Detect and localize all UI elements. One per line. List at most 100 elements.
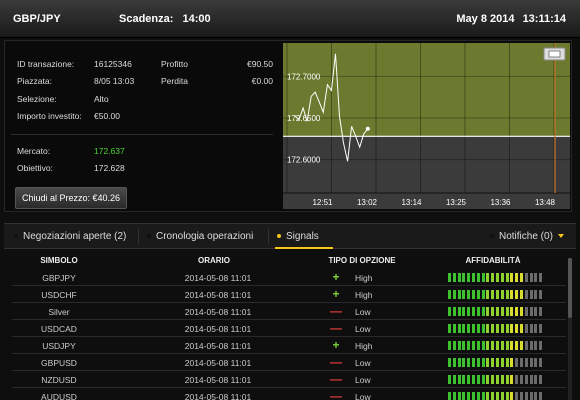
reliability-segment [491,307,495,316]
reliability-segment [496,307,499,316]
reliability-segment [496,375,499,384]
reliability-segment [491,324,495,333]
row-option-type: Low [355,375,371,385]
row-time: 2014-05-08 11:01 [184,324,252,334]
row-time: 2014-05-08 11:01 [184,392,252,400]
row-time: 2014-05-08 11:01 [184,375,252,385]
reliability-segment [486,307,490,316]
amount-value: €50.00 [94,111,120,121]
row-symbol: AUDUSD [41,392,77,400]
y-tick-label: 172.6500 [287,114,321,123]
reliability-segment [448,324,451,333]
scrollbar-thumb[interactable] [568,258,572,318]
asset-pair: GBP/JPY [13,13,61,25]
minus-icon: — [330,372,342,386]
row-option-type: High [355,290,373,300]
reliability-segment [500,273,504,282]
reliability-segment [467,358,471,367]
tab-history[interactable]: Cronologia operazioni [147,224,253,249]
reliability-segment [476,307,480,316]
reliability-segment [448,358,451,367]
reliability-segment [510,273,514,282]
reliability-segment [539,324,543,333]
header-time: ORARIO [198,256,230,265]
tab-signals[interactable]: Signals [275,224,333,249]
reliability-segment [496,273,499,282]
reliability-segment [539,341,543,350]
reliability-segment [481,341,485,350]
reliability-segment [481,375,485,384]
transaction-id-label: ID transazione: [17,59,75,69]
reliability-segment [448,341,451,350]
reliability-segment [476,358,480,367]
tab-open-trades[interactable]: Negoziazioni aperte (2) [14,224,126,249]
row-time: 2014-05-08 11:01 [184,358,252,368]
row-symbol: Silver [48,307,70,317]
close-at-price-button[interactable]: Chiudi al Prezzo: €40.26 [15,187,127,209]
reliability-segment [515,290,519,299]
reliability-segment [448,392,451,400]
reliability-segment [457,392,461,400]
reliability-segment [467,341,471,350]
notifications-label: Notifiche (0) [499,231,553,242]
notifications-dropdown[interactable]: Notifiche (0) [490,224,564,249]
selection-label: Selezione: [17,94,57,104]
reliability-bar [448,392,544,400]
table-row[interactable]: GBPUSD 2014-05-08 11:01 — Low [12,355,566,371]
trade-info: ID transazione: 16125346 Profitto €90.50… [11,45,273,209]
table-row[interactable]: GBPJPY 2014-05-08 11:01 + High [12,270,566,286]
tab-signals-label: Signals [286,231,319,242]
reliability-segment [467,324,471,333]
current-time: 13:11:14 [522,13,566,25]
table-row[interactable]: USDJPY 2014-05-08 11:01 + High [12,338,566,354]
reliability-segment [472,324,475,333]
table-row[interactable]: USDCAD 2014-05-08 11:01 — Low [12,321,566,337]
tab-active-dot-icon [277,234,281,239]
reliability-segment [476,324,480,333]
reliability-segment [505,358,509,367]
reliability-segment [481,392,485,400]
table-row[interactable]: NZDUSD 2014-05-08 11:01 — Low [12,372,566,388]
reliability-segment [467,273,471,282]
reliability-bar [448,358,544,367]
row-option-type: High [355,273,373,283]
reliability-segment [486,341,490,350]
current-price-point [365,126,370,131]
price-chart: 172.7000 172.6500 172.6000 12:51 13:02 13:14… [283,43,570,209]
reliability-segment [520,392,523,400]
minus-icon: — [330,304,342,318]
table-row[interactable]: Silver 2014-05-08 11:01 — Low [12,304,566,320]
reliability-segment [486,375,490,384]
reliability-segment [510,341,514,350]
reliability-segment [452,392,456,400]
reliability-segment [491,273,495,282]
reliability-segment [500,375,504,384]
chart-expand-icon[interactable] [543,47,566,61]
row-option-type: Low [355,307,371,317]
reliability-segment [500,341,504,350]
reliability-segment [476,375,480,384]
reliability-segment [491,341,495,350]
reliability-segment [486,358,490,367]
reliability-segment [534,290,538,299]
reliability-segment [457,273,461,282]
reliability-segment [510,324,514,333]
reliability-segment [510,358,514,367]
reliability-segment [515,375,519,384]
reliability-segment [534,307,538,316]
reliability-segment [462,307,466,316]
reliability-segment [486,324,490,333]
table-row[interactable]: USDCHF 2014-05-08 11:01 + High [12,287,566,303]
row-symbol: NZDUSD [41,375,77,385]
reliability-segment [452,375,456,384]
reliability-segment [510,375,514,384]
reliability-segment [500,392,504,400]
table-row[interactable]: AUDUSD 2014-05-08 11:01 — Low [12,389,566,400]
placed-label: Piazzata: [17,76,52,86]
row-time: 2014-05-08 11:01 [184,273,252,283]
current-date: May 8 2014 [456,13,515,25]
table-scrollbar[interactable] [568,258,572,400]
minus-icon: — [330,389,342,400]
reliability-segment [481,307,485,316]
header-option-type: TIPO DI OPZIONE [328,256,396,265]
